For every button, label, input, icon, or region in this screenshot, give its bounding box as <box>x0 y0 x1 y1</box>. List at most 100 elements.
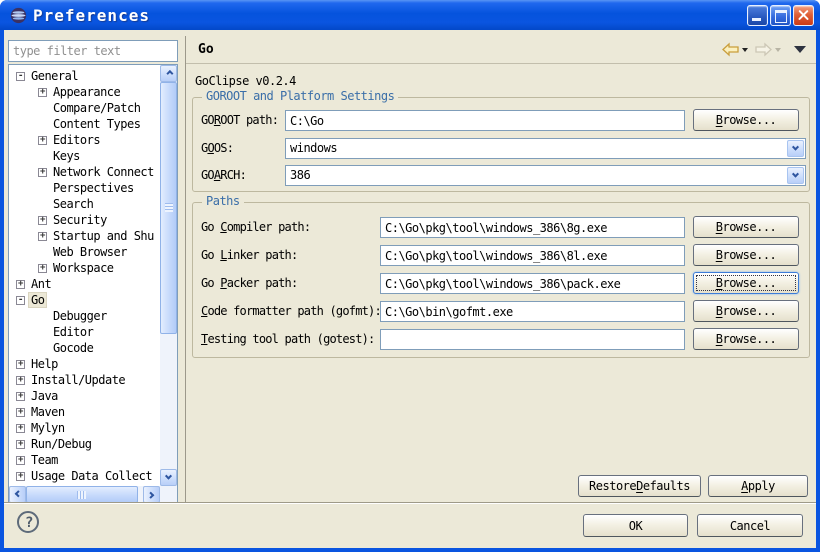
scroll-down-button[interactable] <box>160 469 177 486</box>
expand-icon[interactable]: + <box>38 168 47 177</box>
collapse-icon[interactable]: - <box>16 72 25 81</box>
combo-dropdown-button[interactable] <box>787 140 804 157</box>
back-dropdown-icon[interactable] <box>742 48 748 52</box>
vertical-scroll-thumb[interactable] <box>160 82 177 334</box>
goos-combo[interactable]: windows <box>285 138 806 159</box>
tree-indent-spacer <box>38 344 47 353</box>
tree-item-security[interactable]: +Security <box>9 212 160 228</box>
chevron-down-icon <box>792 144 799 151</box>
help-button[interactable]: ? <box>17 511 39 533</box>
tree-item-label: Perspectives <box>51 181 136 195</box>
tree-item-appearance[interactable]: +Appearance <box>9 84 160 100</box>
compiler-browse-button[interactable]: Browse... <box>693 216 799 238</box>
tree-item-startup-and-shu[interactable]: +Startup and Shu <box>9 228 160 244</box>
tree-item-editor[interactable]: Editor <box>9 324 160 340</box>
scroll-right-button[interactable] <box>143 486 160 503</box>
collapse-icon[interactable]: - <box>16 296 25 305</box>
tree-item-maven[interactable]: + Maven <box>9 404 160 420</box>
goroot-browse-button[interactable]: Browse... <box>693 109 799 131</box>
tree-item-label: Mylyn <box>29 421 67 435</box>
view-menu-icon[interactable] <box>794 46 806 53</box>
cancel-button[interactable]: Cancel <box>697 514 803 537</box>
packer-browse-button[interactable]: Browse... <box>693 272 799 294</box>
expand-icon[interactable]: + <box>38 136 47 145</box>
tree-item-workspace[interactable]: + Workspace <box>9 260 160 276</box>
expand-icon[interactable]: + <box>16 360 25 369</box>
tree-indent-spacer <box>38 328 47 337</box>
titlebar[interactable]: Preferences <box>0 0 820 30</box>
horizontal-scroll-thumb[interactable] <box>26 486 138 503</box>
goroot-path-input[interactable] <box>285 110 685 131</box>
tree-item-label: Maven <box>29 405 67 419</box>
expand-icon[interactable]: + <box>38 264 47 273</box>
preferences-tree: -General+AppearanceCompare/PatchContent … <box>8 64 178 504</box>
expand-icon[interactable]: + <box>16 408 25 417</box>
tree-item-java[interactable]: +Java <box>9 388 160 404</box>
expand-icon[interactable]: + <box>16 440 25 449</box>
expand-icon[interactable]: + <box>16 392 25 401</box>
expand-icon[interactable]: + <box>16 280 25 289</box>
tree-item-content-types[interactable]: Content Types <box>9 116 160 132</box>
tree-item-label: Team <box>29 453 60 467</box>
compiler-path-input[interactable] <box>380 217 685 238</box>
plugin-version: GoClipse v0.2.4 <box>195 74 296 88</box>
packer-path-input[interactable] <box>380 273 685 294</box>
tree-item-label: Go <box>29 293 46 307</box>
tree-item-label: Install/Update <box>29 373 127 387</box>
tree-item-debugger[interactable]: Debugger <box>9 308 160 324</box>
tree-item-mylyn[interactable]: + Mylyn <box>9 420 160 436</box>
tree-horizontal-scrollbar[interactable] <box>9 486 160 503</box>
tree-item-usage-data-collect[interactable]: +Usage Data Collect <box>9 468 160 484</box>
scroll-left-button[interactable] <box>9 486 26 503</box>
tree-item-run-debug[interactable]: +Run/Debug <box>9 436 160 452</box>
scroll-up-button[interactable] <box>160 65 177 82</box>
forward-dropdown-icon[interactable] <box>775 48 781 52</box>
close-button[interactable] <box>793 5 814 26</box>
restore-defaults-button[interactable]: Restore Defaults <box>578 475 701 497</box>
expand-icon[interactable]: + <box>38 88 47 97</box>
tree-item-label: Workspace <box>51 261 116 275</box>
expand-icon[interactable]: + <box>38 232 47 241</box>
tree-item-install-update[interactable]: + Install/Update <box>9 372 160 388</box>
tree-item-editors[interactable]: +Editors <box>9 132 160 148</box>
tree-item-label: Keys <box>51 149 82 163</box>
filter-input[interactable] <box>8 40 178 62</box>
tree-item-general[interactable]: -General <box>9 68 160 84</box>
goarch-combo[interactable]: 386 <box>285 165 806 186</box>
minimize-button[interactable] <box>747 5 768 26</box>
chevron-right-icon <box>147 492 154 499</box>
linker-path-input[interactable] <box>380 245 685 266</box>
tree-item-gocode[interactable]: Gocode <box>9 340 160 356</box>
tree-item-go[interactable]: -Go <box>9 292 160 308</box>
tree-item-search[interactable]: Search <box>9 196 160 212</box>
linker-browse-button[interactable]: Browse... <box>693 244 799 266</box>
footer-separator <box>4 502 816 504</box>
tree-item-help[interactable]: +Help <box>9 356 160 372</box>
tree-item-compare-patch[interactable]: Compare/Patch <box>9 100 160 116</box>
tree-list: -General+AppearanceCompare/PatchContent … <box>9 65 160 486</box>
expand-icon[interactable]: + <box>38 216 47 225</box>
maximize-button[interactable] <box>770 5 791 26</box>
gotest-browse-button[interactable]: Browse... <box>693 328 799 350</box>
forward-button[interactable] <box>753 41 782 58</box>
tree-item-network-connect[interactable]: +Network Connect <box>9 164 160 180</box>
tree-item-ant[interactable]: +Ant <box>9 276 160 292</box>
gofmt-path-input[interactable] <box>380 301 685 322</box>
tree-item-team[interactable]: + Team <box>9 452 160 468</box>
gotest-path-input[interactable] <box>380 329 685 350</box>
tree-indent-spacer <box>38 120 47 129</box>
expand-icon[interactable]: + <box>16 376 25 385</box>
combo-dropdown-button[interactable] <box>787 167 804 184</box>
group-title: GOROOT and Platform Settings <box>202 89 398 103</box>
expand-icon[interactable]: + <box>16 472 25 481</box>
tree-vertical-scrollbar[interactable] <box>160 65 177 486</box>
expand-icon[interactable]: + <box>16 456 25 465</box>
tree-item-perspectives[interactable]: Perspectives <box>9 180 160 196</box>
tree-item-web-browser[interactable]: Web Browser <box>9 244 160 260</box>
ok-button[interactable]: OK <box>583 514 688 537</box>
gofmt-browse-button[interactable]: Browse... <box>693 300 799 322</box>
apply-button[interactable]: Apply <box>708 475 808 497</box>
expand-icon[interactable]: + <box>16 424 25 433</box>
tree-item-keys[interactable]: Keys <box>9 148 160 164</box>
back-button[interactable] <box>720 41 749 58</box>
